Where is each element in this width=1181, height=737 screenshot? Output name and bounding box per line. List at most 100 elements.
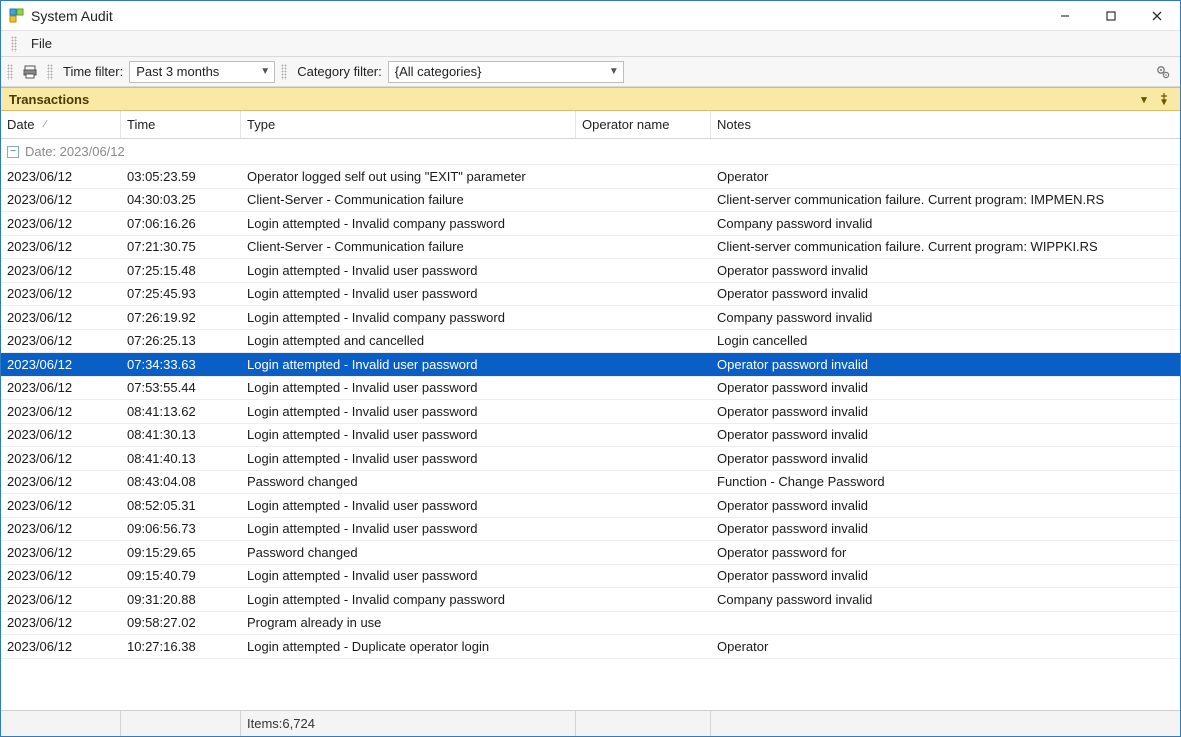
cell-time: 09:06:56.73 [121, 521, 241, 536]
table-row[interactable]: 2023/06/1209:06:56.73Login attempted - I… [1, 518, 1180, 542]
table-row[interactable]: 2023/06/1207:06:16.26Login attempted - I… [1, 212, 1180, 236]
category-filter-combo[interactable]: {All categories} ▼ [388, 61, 624, 83]
cell-type: Password changed [241, 474, 576, 489]
cell-notes: Login cancelled [711, 333, 1180, 348]
cell-type: Login attempted and cancelled [241, 333, 576, 348]
panel-title: Transactions [9, 92, 89, 107]
table-row[interactable]: 2023/06/1207:21:30.75Client-Server - Com… [1, 236, 1180, 260]
cell-date: 2023/06/12 [1, 286, 121, 301]
category-filter-label: Category filter: [293, 64, 382, 79]
cell-type: Login attempted - Invalid company passwo… [241, 592, 576, 607]
table-row[interactable]: 2023/06/1209:31:20.88Login attempted - I… [1, 588, 1180, 612]
toolbar: Time filter: Past 3 months ▼ Category fi… [1, 57, 1180, 87]
maximize-button[interactable] [1088, 1, 1134, 30]
cell-time: 08:41:40.13 [121, 451, 241, 466]
table-row[interactable]: 2023/06/1207:26:25.13Login attempted and… [1, 330, 1180, 354]
column-header-notes[interactable]: Notes [711, 111, 1180, 138]
cell-time: 07:25:45.93 [121, 286, 241, 301]
table-row[interactable]: 2023/06/1207:26:19.92Login attempted - I… [1, 306, 1180, 330]
chevron-down-icon: ▼ [256, 66, 270, 77]
table-row[interactable]: 2023/06/1208:41:40.13Login attempted - I… [1, 447, 1180, 471]
column-header-operator[interactable]: Operator name [576, 111, 711, 138]
cell-notes: Client-server communication failure. Cur… [711, 192, 1180, 207]
print-button[interactable] [19, 61, 41, 83]
cell-date: 2023/06/12 [1, 498, 121, 513]
column-header-date[interactable]: Date ⁄ [1, 111, 121, 138]
toolbar-gripper-icon-3 [281, 64, 287, 80]
cell-date: 2023/06/12 [1, 615, 121, 630]
time-filter-combo[interactable]: Past 3 months ▼ [129, 61, 275, 83]
cell-date: 2023/06/12 [1, 427, 121, 442]
cell-notes: Operator [711, 169, 1180, 184]
menu-gripper-icon [11, 36, 17, 52]
window-controls [1042, 1, 1180, 30]
window-title: System Audit [31, 8, 113, 24]
cell-date: 2023/06/12 [1, 263, 121, 278]
table-row[interactable]: 2023/06/1208:43:04.08Password changedFun… [1, 471, 1180, 495]
minimize-button[interactable] [1042, 1, 1088, 30]
menubar: File [1, 31, 1180, 57]
cell-date: 2023/06/12 [1, 545, 121, 560]
table-row[interactable]: 2023/06/1208:41:30.13Login attempted - I… [1, 424, 1180, 448]
cell-notes: Operator password invalid [711, 263, 1180, 278]
cell-notes: Operator password invalid [711, 451, 1180, 466]
cell-time: 07:53:55.44 [121, 380, 241, 395]
panel-pin-button[interactable] [1156, 91, 1172, 107]
table-row[interactable]: 2023/06/1209:15:40.79Login attempted - I… [1, 565, 1180, 589]
table-row[interactable]: 2023/06/1209:58:27.02Program already in … [1, 612, 1180, 636]
cell-notes: Company password invalid [711, 216, 1180, 231]
cell-notes: Operator password invalid [711, 404, 1180, 419]
cell-type: Login attempted - Invalid user password [241, 521, 576, 536]
cell-type: Login attempted - Invalid user password [241, 451, 576, 466]
cell-notes: Operator password invalid [711, 286, 1180, 301]
panel-header: Transactions ▾ [1, 87, 1180, 111]
cell-notes: Operator password invalid [711, 498, 1180, 513]
cell-notes: Operator password invalid [711, 568, 1180, 583]
grid-body[interactable]: − Date: 2023/06/12 2023/06/1203:05:23.59… [1, 139, 1180, 710]
table-row[interactable]: 2023/06/1204:30:03.25Client-Server - Com… [1, 189, 1180, 213]
cell-notes: Company password invalid [711, 310, 1180, 325]
table-row[interactable]: 2023/06/1208:52:05.31Login attempted - I… [1, 494, 1180, 518]
close-button[interactable] [1134, 1, 1180, 30]
cell-notes: Function - Change Password [711, 474, 1180, 489]
cell-time: 09:58:27.02 [121, 615, 241, 630]
table-row[interactable]: 2023/06/1207:25:15.48Login attempted - I… [1, 259, 1180, 283]
table-row[interactable]: 2023/06/1207:53:55.44Login attempted - I… [1, 377, 1180, 401]
group-row[interactable]: − Date: 2023/06/12 [1, 139, 1180, 165]
app-window: System Audit File Time filt [0, 0, 1181, 737]
cell-date: 2023/06/12 [1, 568, 121, 583]
cell-date: 2023/06/12 [1, 380, 121, 395]
grid: Date ⁄ Time Type Operator name Notes − D… [1, 111, 1180, 736]
table-row[interactable]: 2023/06/1209:15:29.65Password changedOpe… [1, 541, 1180, 565]
cell-type: Program already in use [241, 615, 576, 630]
cell-date: 2023/06/12 [1, 404, 121, 419]
cell-time: 10:27:16.38 [121, 639, 241, 654]
cell-date: 2023/06/12 [1, 451, 121, 466]
cell-notes: Operator password invalid [711, 380, 1180, 395]
collapse-icon[interactable]: − [7, 146, 19, 158]
table-row[interactable]: 2023/06/1203:05:23.59Operator logged sel… [1, 165, 1180, 189]
time-filter-value: Past 3 months [136, 64, 256, 79]
cell-time: 08:41:30.13 [121, 427, 241, 442]
table-row[interactable]: 2023/06/1208:41:13.62Login attempted - I… [1, 400, 1180, 424]
column-header-type[interactable]: Type [241, 111, 576, 138]
cell-type: Login attempted - Invalid user password [241, 286, 576, 301]
cell-type: Login attempted - Invalid user password [241, 427, 576, 442]
table-row[interactable]: 2023/06/1207:34:33.63Login attempted - I… [1, 353, 1180, 377]
cell-type: Login attempted - Invalid user password [241, 404, 576, 419]
cell-date: 2023/06/12 [1, 333, 121, 348]
column-header-time[interactable]: Time [121, 111, 241, 138]
settings-button[interactable] [1152, 61, 1174, 83]
cell-date: 2023/06/12 [1, 357, 121, 372]
cell-date: 2023/06/12 [1, 521, 121, 536]
menu-file[interactable]: File [23, 33, 60, 54]
cell-date: 2023/06/12 [1, 639, 121, 654]
cell-date: 2023/06/12 [1, 592, 121, 607]
cell-type: Login attempted - Invalid user password [241, 263, 576, 278]
table-row[interactable]: 2023/06/1210:27:16.38Login attempted - D… [1, 635, 1180, 659]
panel-dropdown-button[interactable]: ▾ [1136, 91, 1152, 107]
cell-time: 09:15:29.65 [121, 545, 241, 560]
table-row[interactable]: 2023/06/1207:25:45.93Login attempted - I… [1, 283, 1180, 307]
cell-time: 07:21:30.75 [121, 239, 241, 254]
cell-time: 08:52:05.31 [121, 498, 241, 513]
